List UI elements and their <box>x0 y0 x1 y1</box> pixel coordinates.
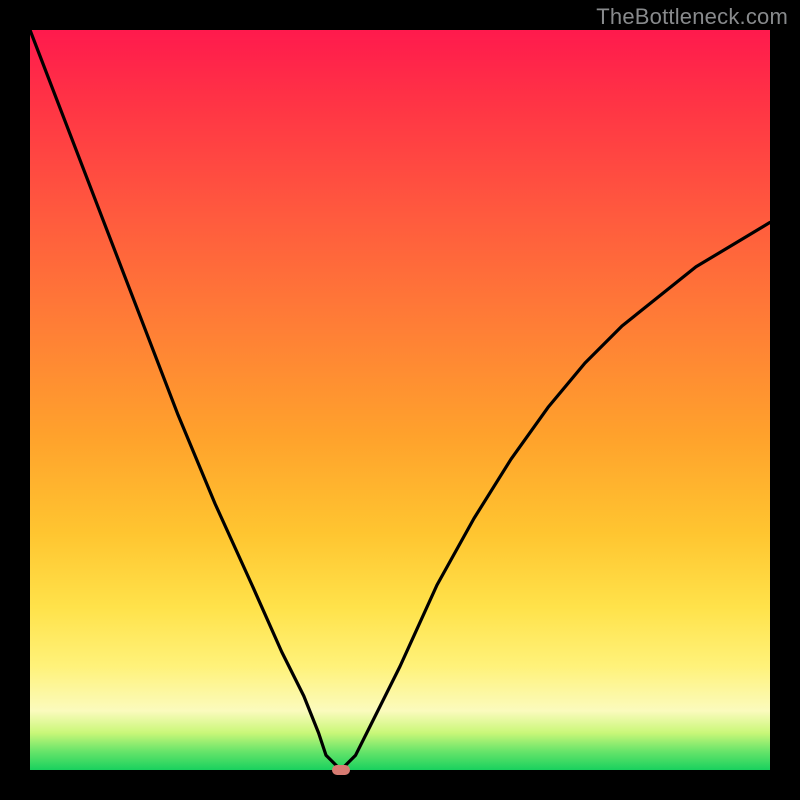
optimum-marker <box>332 765 350 775</box>
watermark-text: TheBottleneck.com <box>596 4 788 30</box>
chart-frame: TheBottleneck.com <box>0 0 800 800</box>
curve-path <box>30 30 770 770</box>
plot-area <box>30 30 770 770</box>
bottleneck-curve <box>30 30 770 770</box>
